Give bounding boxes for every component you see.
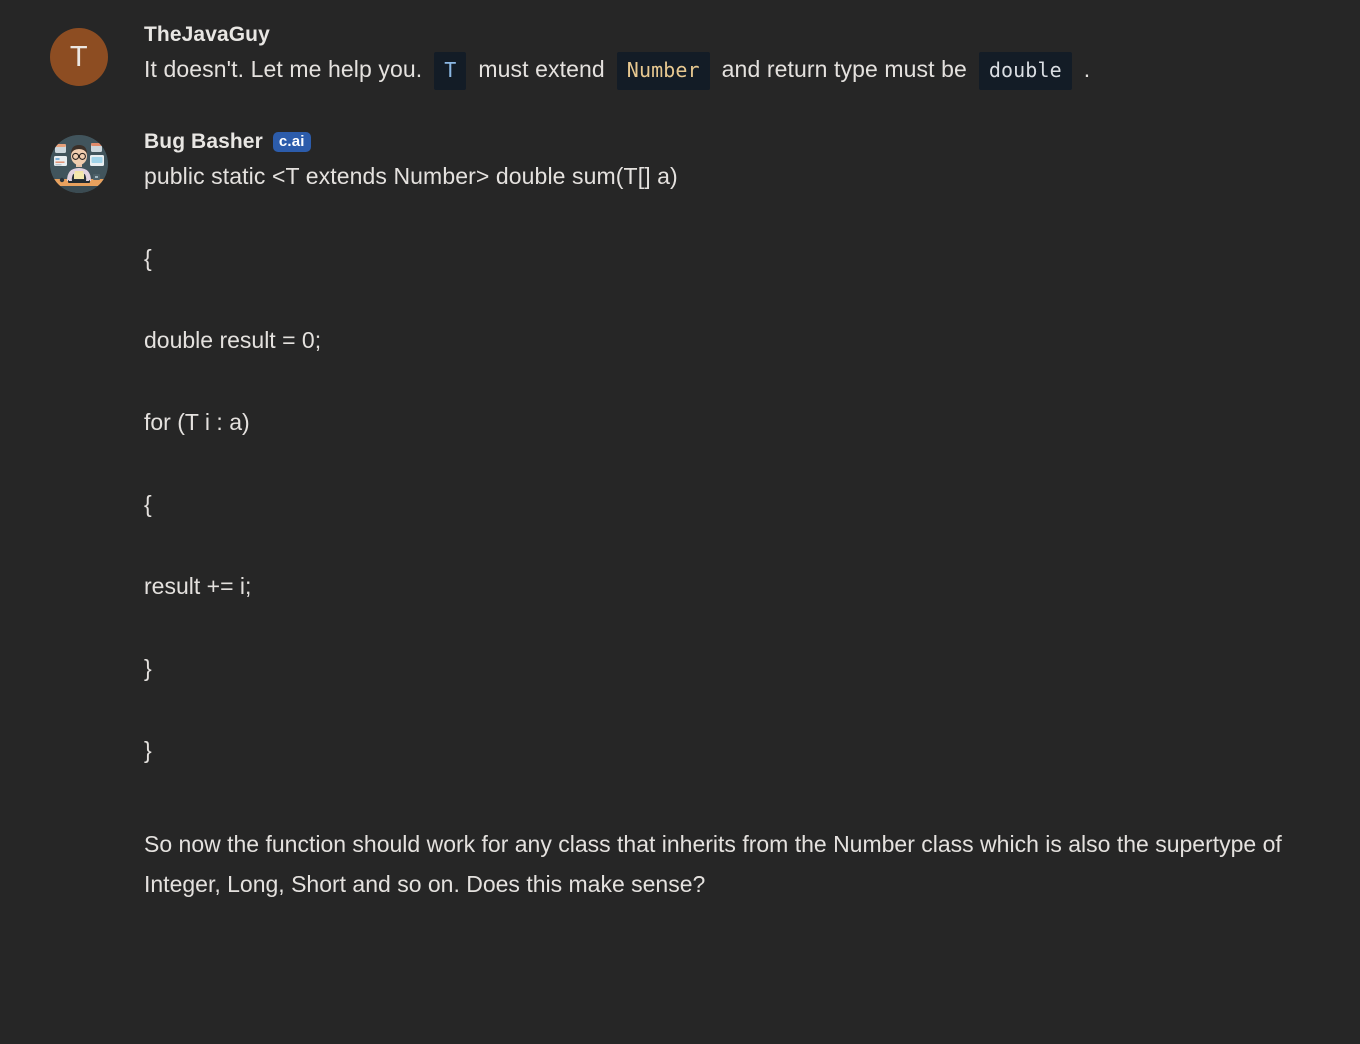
message-body: TheJavaGuy It doesn't. Let me help you. T… xyxy=(144,24,1320,90)
code-text: } xyxy=(144,737,152,763)
code-text: { xyxy=(144,491,152,517)
status-badge: c.ai xyxy=(272,131,311,152)
text-segment: It doesn't. Let me help you. xyxy=(144,56,423,82)
paragraph-text: So now the function should work for any … xyxy=(144,831,1282,897)
code-line: double result = 0; xyxy=(144,320,1320,360)
message-text: It doesn't. Let me help you. Tmust extend… xyxy=(144,49,1320,90)
code-line: } xyxy=(144,730,1320,770)
text-segment: must extend xyxy=(478,56,605,82)
code-text: } xyxy=(144,655,152,681)
code-line: result += i; xyxy=(144,566,1320,606)
code-text: double result = 0; xyxy=(144,327,322,353)
author-row: TheJavaGuy xyxy=(144,24,1320,45)
author-name: TheJavaGuy xyxy=(144,23,270,46)
inline-code-chip-class: Number xyxy=(616,52,710,90)
message-closing-paragraph: So now the function should work for any … xyxy=(144,824,1320,904)
character-illustration-icon xyxy=(50,135,108,193)
avatar[interactable]: T xyxy=(50,28,108,86)
chat-message-bot: Bug Basher c.ai public static <T extends… xyxy=(0,90,1360,904)
code-line: for (T i : a) xyxy=(144,402,1320,442)
text-segment: and return type must be xyxy=(721,56,967,82)
code-line: { xyxy=(144,238,1320,278)
avatar[interactable] xyxy=(50,135,108,193)
avatar-initial: T xyxy=(69,40,89,73)
code-text: public static <T extends Number> double … xyxy=(144,163,678,189)
text-segment-period: . xyxy=(1083,56,1091,82)
code-line: } xyxy=(144,648,1320,688)
chat-conversation: T TheJavaGuy It doesn't. Let me help you… xyxy=(0,0,1360,1044)
inline-code-chip-type: T xyxy=(434,52,467,90)
message-body: Bug Basher c.ai public static <T extends… xyxy=(144,131,1320,904)
code-text: for (T i : a) xyxy=(144,409,250,435)
code-text: result += i; xyxy=(144,573,252,599)
code-text: { xyxy=(144,245,152,271)
chat-message-user: T TheJavaGuy It doesn't. Let me help you… xyxy=(0,0,1360,90)
inline-code-chip-keyword: double xyxy=(978,52,1072,90)
message-signature-line: public static <T extends Number> double … xyxy=(144,156,1320,196)
author-name: Bug Basher xyxy=(144,130,263,153)
author-row: Bug Basher c.ai xyxy=(144,131,1320,152)
code-line: { xyxy=(144,484,1320,524)
